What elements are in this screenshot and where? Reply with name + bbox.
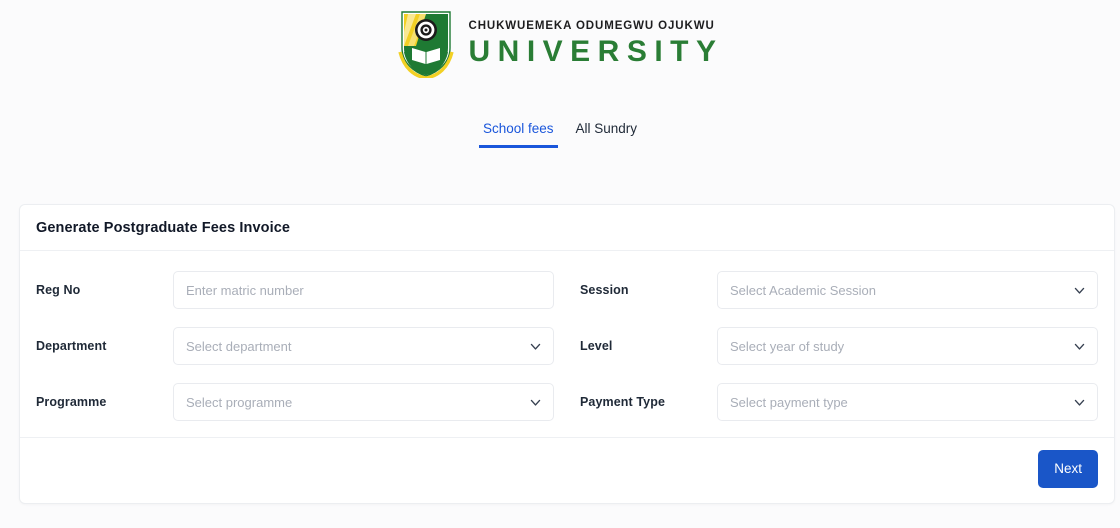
next-button[interactable]: Next	[1038, 449, 1098, 488]
field-programme: Programme Select programme	[36, 383, 554, 421]
department-select[interactable]: Select department	[173, 327, 554, 365]
programme-placeholder: Select programme	[186, 394, 293, 410]
invoice-form-grid: Reg No Enter matric number Session Selec…	[36, 271, 1098, 421]
brand-logo-lockup: CHUKWUEMEKA ODUMEGWU OJUKWU UNIVERSITY	[396, 8, 723, 78]
card-header: Generate Postgraduate Fees Invoice	[20, 205, 1114, 251]
page-title: Generate Postgraduate Fees Invoice	[36, 220, 291, 236]
field-payment-type: Payment Type Select payment type	[580, 383, 1098, 421]
chevron-down-icon	[1074, 399, 1085, 406]
department-placeholder: Select department	[186, 338, 292, 354]
card-footer: Next	[20, 437, 1114, 503]
session-select[interactable]: Select Academic Session	[717, 271, 1098, 309]
chevron-down-icon	[1074, 287, 1085, 294]
payment-type-placeholder: Select payment type	[730, 394, 848, 410]
tab-school-fees-label: School fees	[482, 121, 554, 136]
chevron-down-icon	[530, 343, 541, 350]
card-body: Reg No Enter matric number Session Selec…	[20, 251, 1114, 437]
programme-select[interactable]: Select programme	[173, 383, 554, 421]
field-level-label: Level	[580, 339, 613, 353]
brand-header: CHUKWUEMEKA ODUMEGWU OJUKWU UNIVERSITY	[0, 0, 1120, 78]
reg-no-input[interactable]: Enter matric number	[173, 271, 554, 309]
field-level: Level Select year of study	[580, 327, 1098, 365]
invoice-form-card: Generate Postgraduate Fees Invoice Reg N…	[19, 204, 1115, 504]
chevron-down-icon	[1074, 343, 1085, 350]
session-placeholder: Select Academic Session	[730, 282, 876, 298]
field-payment-type-label: Payment Type	[580, 395, 666, 409]
field-session: Session Select Academic Session	[580, 271, 1098, 309]
level-placeholder: Select year of study	[730, 338, 845, 354]
field-department: Department Select department	[36, 327, 554, 365]
reg-no-placeholder: Enter matric number	[186, 282, 304, 298]
tab-school-fees[interactable]: School fees	[478, 120, 558, 148]
cogwheel-icon	[415, 19, 438, 41]
tab-all-sundry[interactable]: All Sundry	[572, 120, 642, 148]
brand-wordmark: CHUKWUEMEKA ODUMEGWU OJUKWU UNIVERSITY	[468, 17, 723, 69]
university-crest-icon	[398, 11, 455, 78]
brand-name-line2: UNIVERSITY	[468, 35, 724, 68]
field-reg-no-label: Reg No	[36, 283, 81, 297]
level-select[interactable]: Select year of study	[717, 327, 1098, 365]
chevron-down-icon	[530, 399, 541, 406]
field-reg-no: Reg No Enter matric number	[36, 271, 554, 309]
fee-category-tabs: School fees All Sundry	[0, 120, 1120, 148]
brand-name-line1: CHUKWUEMEKA ODUMEGWU OJUKWU	[468, 20, 715, 32]
tab-all-sundry-label: All Sundry	[575, 121, 638, 136]
payment-type-select[interactable]: Select payment type	[717, 383, 1098, 421]
field-session-label: Session	[580, 283, 629, 297]
field-department-label: Department	[36, 339, 107, 353]
field-programme-label: Programme	[36, 395, 107, 409]
